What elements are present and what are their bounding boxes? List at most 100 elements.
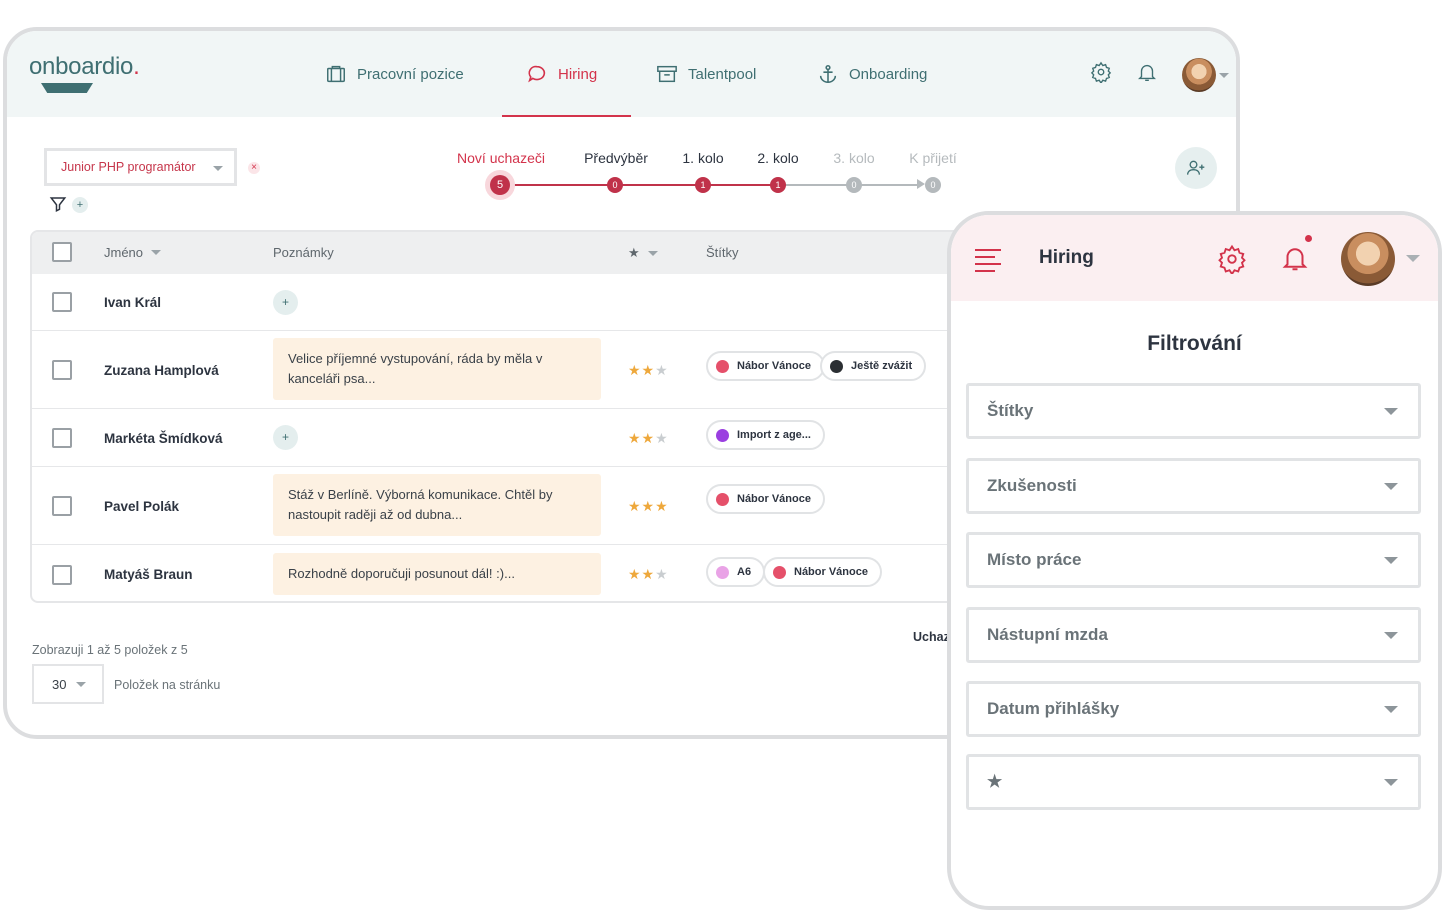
hamburger-menu-icon[interactable]	[975, 249, 1001, 277]
row-checkbox[interactable]	[52, 428, 72, 448]
nav-label: Hiring	[558, 65, 598, 83]
chevron-down-icon	[1384, 779, 1398, 786]
candidates-table: Jméno Poznámky ★ Štítky Ivan Král + Zuza…	[30, 230, 1030, 603]
nav-item-hiring[interactable]: Hiring	[526, 31, 597, 117]
candidate-name[interactable]: Markéta Šmídková	[104, 431, 223, 446]
nav-item-talentpool[interactable]: Talentpool	[656, 31, 756, 117]
tag-chip[interactable]: Nábor Vánoce	[706, 351, 825, 381]
row-checbox[interactable]	[52, 565, 72, 585]
star-icon: ★	[628, 245, 640, 260]
nav-item-pracovni-pozice[interactable]: Pracovní pozice	[325, 31, 464, 117]
gear-icon[interactable]	[1217, 244, 1247, 274]
add-filter-button[interactable]: +	[72, 197, 88, 213]
column-header-label: Jméno	[104, 245, 144, 260]
filter-select-tags[interactable]: Štítky	[966, 383, 1421, 439]
row-checkbox[interactable]	[52, 292, 72, 312]
filter-select-label: Místo práce	[987, 550, 1082, 569]
filter-select-experience[interactable]: Zkušenosti	[966, 458, 1421, 514]
stage-label-predvyber[interactable]: Předvýběr	[584, 150, 648, 166]
gear-icon[interactable]	[1090, 61, 1112, 83]
tag-label: Ještě zvážit	[851, 360, 913, 372]
table-row[interactable]: Zuzana Hamplová Velice příjemné vystupov…	[32, 330, 1028, 408]
stage-count-badge[interactable]: 5	[490, 175, 510, 195]
column-header-label: Poznámky	[273, 245, 334, 260]
filter-select-label: Zkušenosti	[987, 476, 1077, 495]
candidate-name[interactable]: Matyáš Braun	[104, 567, 193, 582]
logo[interactable]: onboardio.	[29, 53, 140, 81]
candidate-name[interactable]: Ivan Král	[104, 295, 161, 310]
chevron-down-icon	[1384, 483, 1398, 490]
stage-label-1-kolo[interactable]: 1. kolo	[682, 150, 723, 166]
tag-chip[interactable]: Nábor Vánoce	[763, 557, 882, 587]
filter-icon[interactable]	[49, 195, 67, 213]
logo-boat-icon	[41, 83, 93, 93]
select-all-checkbox[interactable]	[52, 242, 72, 262]
anchor-icon	[819, 64, 837, 84]
job-position-select[interactable]: Junior PHP programátor	[44, 148, 237, 186]
column-header-rating[interactable]: ★	[628, 245, 658, 261]
sort-icon	[151, 250, 162, 255]
filter-select-rating[interactable]: ★	[966, 754, 1421, 810]
candidate-name[interactable]: Pavel Polák	[104, 499, 179, 514]
column-header-tags: Štítky	[706, 245, 739, 260]
rating-stars[interactable]: ★★★	[628, 430, 669, 447]
stage-label-novi-uchazeci[interactable]: Noví uchazeči	[457, 150, 545, 166]
table-row[interactable]: Ivan Král +	[32, 274, 1028, 330]
candidate-note[interactable]: Rozhodně doporučuji posunout dál! :)...	[273, 553, 601, 595]
chevron-down-icon	[1384, 706, 1398, 713]
table-row[interactable]: Markéta Šmídková + ★★★ Import z age...	[32, 408, 1028, 466]
pagination-summary: Zobrazuji 1 až 5 položek z 5	[32, 643, 188, 657]
candidate-note[interactable]: Velice příjemné vystupování, ráda by měl…	[273, 338, 601, 400]
row-checkbox[interactable]	[52, 360, 72, 380]
column-header-name[interactable]: Jméno	[104, 245, 162, 260]
nav-label: Talentpool	[688, 65, 757, 83]
candidate-name[interactable]: Zuzana Hamplová	[104, 363, 219, 378]
user-avatar[interactable]	[1341, 232, 1395, 286]
per-page-select[interactable]: 30	[32, 664, 104, 704]
user-avatar[interactable]	[1182, 58, 1216, 92]
archive-box-icon	[657, 65, 677, 83]
bell-icon[interactable]	[1136, 61, 1158, 83]
stage-count-badge[interactable]: 1	[695, 177, 711, 193]
clear-filter-button[interactable]: ×	[248, 162, 260, 174]
tag-color-dot	[716, 565, 729, 579]
tag-color-dot	[773, 565, 786, 579]
stage-label-k-prijeti[interactable]: K přijetí	[909, 150, 956, 166]
candidate-note[interactable]: Stáž v Berlíně. Výborná komunikace. Chtě…	[273, 474, 601, 536]
tag-label: A6	[737, 566, 752, 578]
rating-stars[interactable]: ★★★	[628, 566, 669, 583]
add-note-button[interactable]: +	[273, 290, 298, 315]
filter-select-salary[interactable]: Nástupní mzda	[966, 607, 1421, 663]
chevron-down-icon[interactable]	[1406, 255, 1420, 262]
tag-label: Nábor Vánoce	[737, 360, 811, 372]
chevron-down-icon	[1384, 632, 1398, 639]
add-candidate-button[interactable]	[1175, 147, 1217, 189]
per-page-label: Položek na stránku	[114, 678, 221, 692]
tag-chip[interactable]: Import z age...	[706, 420, 825, 450]
add-note-button[interactable]: +	[273, 425, 298, 450]
column-header-label: Štítky	[706, 245, 739, 260]
chevron-down-icon	[1384, 408, 1398, 415]
table-row[interactable]: Pavel Polák Stáž v Berlíně. Výborná komu…	[32, 466, 1028, 544]
chevron-down-icon	[1384, 557, 1398, 564]
row-checkbox[interactable]	[52, 496, 72, 516]
rating-stars[interactable]: ★★★	[628, 362, 669, 379]
nav-item-onboarding[interactable]: Onboarding	[817, 31, 927, 117]
stage-label-2-kolo[interactable]: 2. kolo	[757, 150, 798, 166]
tag-chip[interactable]: Ještě zvážit	[820, 351, 927, 381]
filter-select-location[interactable]: Místo práce	[966, 532, 1421, 588]
bell-icon[interactable]	[1280, 242, 1310, 274]
stage-count-badge[interactable]: 1	[770, 177, 786, 193]
briefcase-icon	[327, 65, 345, 83]
stage-count-badge[interactable]: 0	[846, 177, 862, 193]
filter-select-application-date[interactable]: Datum přihlášky	[966, 681, 1421, 737]
rating-stars[interactable]: ★★★	[628, 498, 669, 515]
stage-label-3-kolo[interactable]: 3. kolo	[833, 150, 874, 166]
active-tab-indicator	[502, 115, 631, 117]
tag-chip[interactable]: A6	[706, 557, 766, 587]
stage-count-badge[interactable]: 0	[607, 177, 623, 193]
tag-chip[interactable]: Nábor Vánoce	[706, 484, 825, 514]
table-row[interactable]: Matyáš Braun Rozhodně doporučuji posunou…	[32, 544, 1028, 601]
chevron-down-icon[interactable]	[1219, 73, 1229, 78]
stage-count-badge[interactable]: 0	[925, 177, 941, 193]
